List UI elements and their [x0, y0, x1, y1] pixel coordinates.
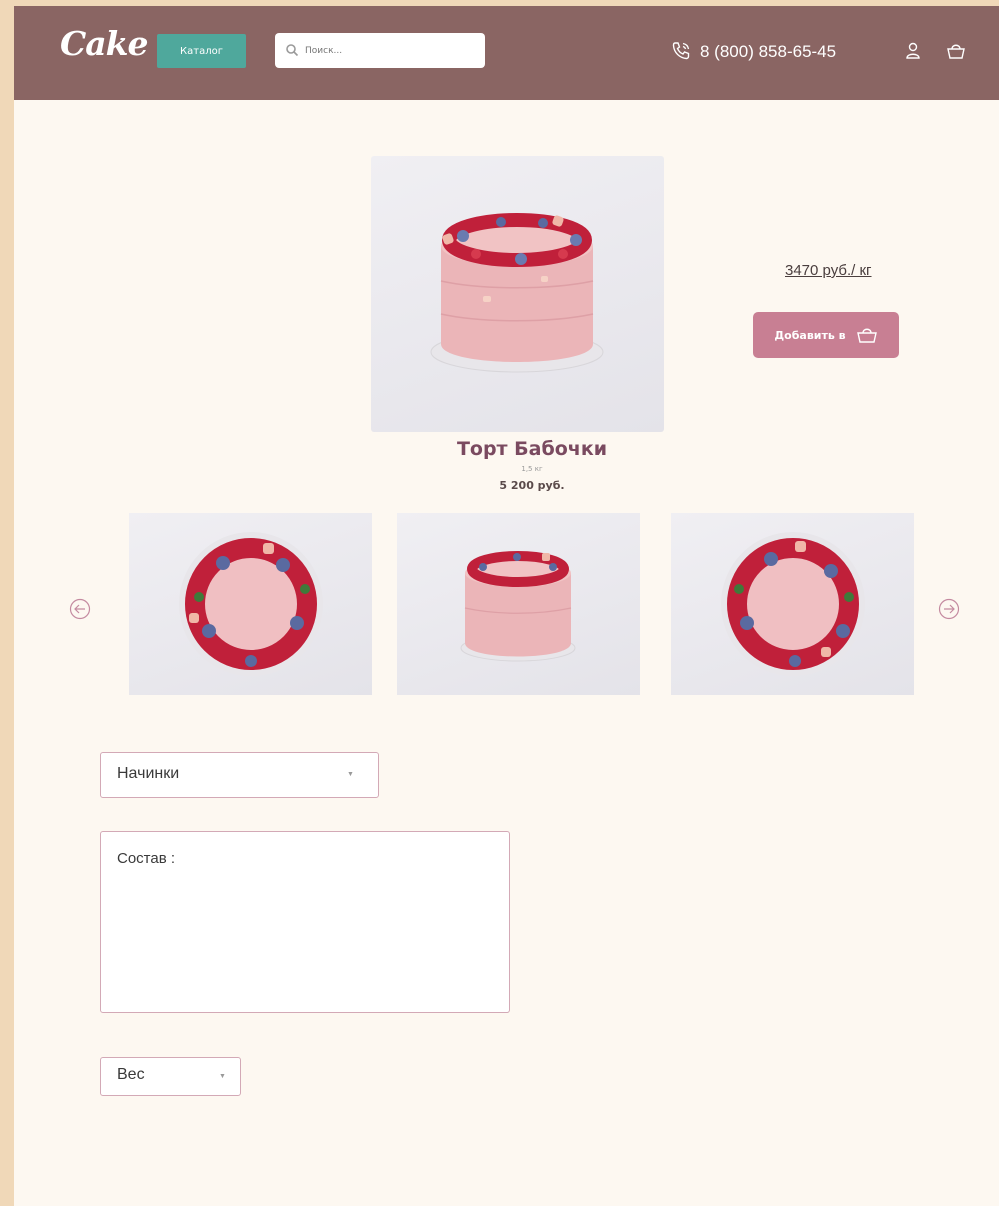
composition-label: Состав :	[117, 850, 176, 867]
composition-field[interactable]: Состав :	[100, 831, 510, 1013]
weight-select[interactable]: Вес ▼	[100, 1057, 241, 1096]
phone-number[interactable]: 8 (800) 858-65-45	[700, 42, 836, 62]
gallery-thumbnail[interactable]	[671, 513, 914, 695]
catalog-button[interactable]: Каталог	[157, 34, 246, 68]
gallery-thumbnail[interactable]	[129, 513, 372, 695]
product-weight: 1,5 кг	[521, 465, 543, 473]
gallery-thumbnail[interactable]	[397, 513, 640, 695]
product-title: Торт Бабочки	[456, 438, 608, 460]
fillings-label: Начинки	[117, 765, 180, 782]
product-main-image[interactable]	[371, 156, 664, 432]
arrow-right-icon[interactable]	[938, 598, 960, 620]
search-icon	[286, 44, 299, 57]
add-to-cart-label: Добавить в	[774, 328, 846, 342]
chevron-down-icon: ▼	[347, 771, 354, 778]
logo[interactable]: Cake	[60, 24, 149, 63]
weight-label: Вес	[117, 1066, 145, 1083]
arrow-left-icon[interactable]	[69, 598, 91, 620]
user-icon[interactable]	[905, 42, 921, 60]
chevron-down-icon: ▼	[219, 1073, 226, 1080]
page: Cake Каталог 8 (800) 858-65-45	[14, 6, 999, 1206]
search-box[interactable]	[275, 33, 485, 68]
add-to-cart-button[interactable]: Добавить в	[753, 312, 899, 358]
search-input[interactable]	[303, 39, 477, 63]
fillings-select[interactable]: Начинки ▼	[100, 752, 379, 798]
header: Cake Каталог 8 (800) 858-65-45	[14, 6, 999, 100]
product-price: 5 200 руб.	[499, 479, 565, 492]
basket-icon	[856, 328, 877, 343]
phone-icon	[672, 42, 690, 60]
cart-icon[interactable]	[946, 42, 966, 60]
price-per-kg[interactable]: 3470 руб./ кг	[785, 262, 872, 279]
